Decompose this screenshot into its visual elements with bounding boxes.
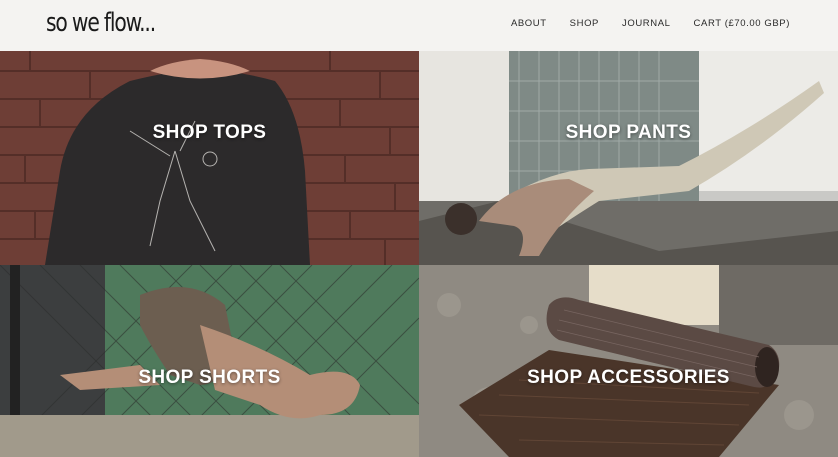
tops-image	[0, 51, 419, 265]
nav-cart[interactable]: CART (£70.00 GBP)	[694, 18, 790, 29]
site-logo[interactable]: so we flow...	[46, 8, 156, 38]
collection-tile-accessories[interactable]: SHOP ACCESSORIES	[419, 265, 838, 457]
pants-label: SHOP PANTS	[565, 122, 692, 143]
accessories-label: SHOP ACCESSORIES	[527, 367, 730, 388]
accessories-image	[419, 265, 838, 457]
collection-tile-shorts[interactable]: SHOP SHORTS	[0, 265, 419, 457]
nav-shop[interactable]: SHOP	[570, 18, 599, 29]
shorts-label: SHOP SHORTS	[138, 367, 281, 388]
nav-about[interactable]: ABOUT	[511, 18, 547, 29]
main-nav: ABOUT SHOP JOURNAL CART (£70.00 GBP)	[488, 18, 790, 29]
pants-image	[419, 51, 838, 265]
collection-grid: SHOP TOPS SHOP PANTS SHOP SHORTS SHOP AC…	[0, 51, 838, 457]
collection-tile-pants[interactable]: SHOP PANTS	[419, 51, 838, 265]
site-header: so we flow... ABOUT SHOP JOURNAL CART (£…	[0, 0, 838, 51]
shorts-image	[0, 265, 419, 457]
nav-journal[interactable]: JOURNAL	[622, 18, 671, 29]
tops-label: SHOP TOPS	[152, 122, 267, 143]
collection-tile-tops[interactable]: SHOP TOPS	[0, 51, 419, 265]
